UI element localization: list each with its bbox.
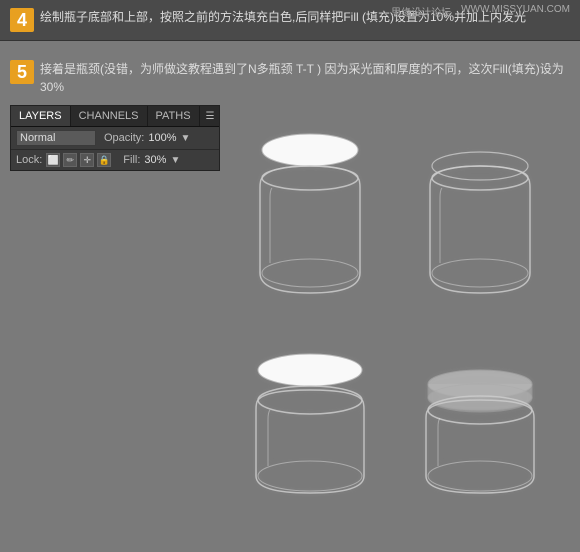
lock-icons: ⬜ ✏ ✛ 🔒 xyxy=(46,153,111,167)
blend-opacity-row: Normal Opacity: 100% ▼ xyxy=(11,127,219,150)
jar-3-container xyxy=(230,318,390,518)
tab-layers[interactable]: LAYERS xyxy=(11,106,71,126)
jar-2 xyxy=(410,98,550,308)
fill-arrow[interactable]: ▼ xyxy=(170,155,180,166)
jars-area xyxy=(220,88,580,552)
opacity-value: 100% xyxy=(148,132,176,144)
lock-all-icon[interactable]: 🔒 xyxy=(97,153,111,167)
fill-value: 30% xyxy=(144,154,166,166)
lock-image-icon[interactable]: ✏ xyxy=(63,153,77,167)
opacity-arrow[interactable]: ▼ xyxy=(181,133,191,144)
step4-number: 4 xyxy=(10,8,34,32)
watermark-right: WWW.MISSYUAN.COM xyxy=(461,4,570,19)
step5-number: 5 xyxy=(10,60,34,84)
tab-paths[interactable]: PATHS xyxy=(148,106,200,126)
lock-transparent-icon[interactable]: ⬜ xyxy=(46,153,60,167)
layers-panel: LAYERS CHANNELS PATHS ☰ Normal Opacity: … xyxy=(10,105,220,171)
tab-channels[interactable]: CHANNELS xyxy=(71,106,148,126)
jar-4 xyxy=(410,328,550,508)
panel-menu-icon[interactable]: ☰ xyxy=(200,107,221,126)
jar-grid xyxy=(220,88,570,528)
watermark: 思缘设计论坛 WWW.MISSYUAN.COM xyxy=(391,4,570,19)
panel-tabs: LAYERS CHANNELS PATHS ☰ xyxy=(11,106,219,127)
opacity-label: Opacity: xyxy=(104,132,144,144)
lock-label: Lock: xyxy=(16,154,42,166)
lock-fill-row: Lock: ⬜ ✏ ✛ 🔒 Fill: 30% ▼ xyxy=(11,150,219,170)
blend-mode-select[interactable]: Normal xyxy=(16,130,96,146)
jar-2-container xyxy=(400,98,560,308)
jar-4-container xyxy=(400,318,560,518)
jar-1-container xyxy=(230,98,390,308)
watermark-left: 思缘设计论坛 xyxy=(391,4,451,19)
fill-label: Fill: xyxy=(123,154,140,166)
lock-position-icon[interactable]: ✛ xyxy=(80,153,94,167)
jar-1 xyxy=(240,98,380,308)
jar-3 xyxy=(240,328,380,508)
